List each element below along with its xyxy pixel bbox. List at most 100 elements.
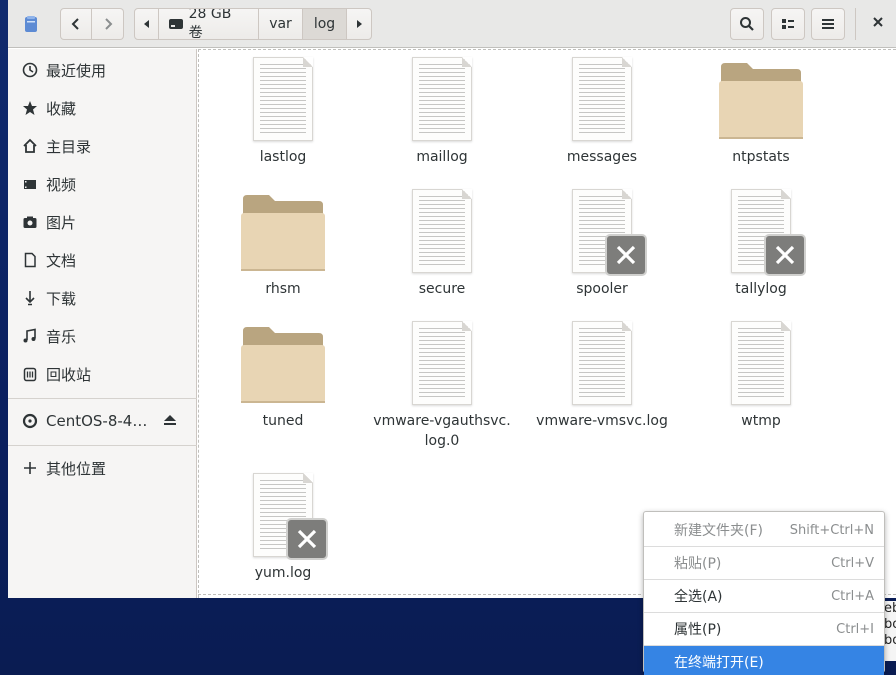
file-name-label: tallylog	[735, 281, 787, 297]
file-item[interactable]: wtmp	[686, 321, 836, 431]
folder-item[interactable]: tuned	[208, 321, 358, 431]
text-file-icon	[253, 473, 328, 560]
trash-icon	[20, 364, 40, 384]
hamburger-icon	[822, 19, 834, 29]
plus-icon	[20, 458, 40, 478]
menu-item-new-folder[interactable]: 新建文件夹(F) Shift+Ctrl+N	[644, 514, 884, 546]
menu-item-label: 新建文件夹(F)	[674, 523, 763, 539]
sidebar-item-label: 文档	[46, 251, 77, 270]
path-crumb-label: var	[269, 16, 292, 32]
text-file-icon	[572, 321, 632, 405]
menu-item-label: 粘贴(P)	[674, 556, 722, 572]
folder-icon	[241, 321, 325, 405]
search-icon	[740, 17, 754, 31]
sidebar-item-label: 回收站	[46, 365, 92, 384]
menu-item-shortcut: Ctrl+V	[831, 555, 874, 571]
file-name-label: maillog	[416, 149, 468, 165]
file-item[interactable]: vmware-vmsvc.log	[527, 321, 677, 431]
video-icon	[20, 174, 40, 194]
sidebar-item-videos[interactable]: 视频	[8, 165, 197, 203]
text-file-icon	[412, 57, 472, 141]
sidebar-item-label: 其他位置	[46, 459, 107, 478]
file-name-label: rhsm	[265, 281, 301, 297]
menu-item-shortcut: Ctrl+I	[836, 621, 874, 637]
sidebar-item-label: 主目录	[46, 137, 92, 156]
sidebar-item-downloads[interactable]: 下载	[8, 279, 197, 317]
context-menu: 新建文件夹(F) Shift+Ctrl+N 粘贴(P) Ctrl+V 全选(A)…	[643, 511, 885, 675]
file-name-label: vmware-vgauthsvc. log.0	[373, 413, 511, 449]
sidebar-item-other-locations[interactable]: 其他位置	[8, 449, 197, 487]
file-item[interactable]: vmware-vgauthsvc. log.0	[367, 321, 517, 451]
sidebar-item-recent[interactable]: 最近使用	[8, 51, 197, 89]
file-name-label: lastlog	[259, 149, 307, 165]
back-button[interactable]	[60, 8, 92, 40]
triangle-left-icon	[143, 20, 149, 28]
unreadable-emblem-icon	[605, 234, 647, 276]
path-crumb-volume[interactable]: 28 GB 卷	[159, 9, 259, 39]
drive-icon	[169, 19, 183, 29]
file-name-label: secure	[418, 281, 466, 297]
menu-item-label: 全选(A)	[674, 589, 723, 605]
menu-item-select-all[interactable]: 全选(A) Ctrl+A	[644, 580, 884, 612]
menu-item-label: 在终端打开(E)	[674, 655, 764, 671]
text-file-icon	[731, 321, 791, 405]
file-name-label: yum.log	[254, 565, 312, 581]
sidebar-item-trash[interactable]: 回收站	[8, 355, 197, 393]
sidebar-separator	[8, 398, 197, 399]
sidebar-item-starred[interactable]: 收藏	[8, 89, 197, 127]
view-mode-button[interactable]	[771, 8, 805, 40]
music-icon	[20, 326, 40, 346]
eject-icon[interactable]	[163, 412, 177, 430]
drop-zone-border	[198, 49, 896, 50]
text-file-icon	[572, 189, 647, 276]
sidebar-separator	[8, 445, 197, 446]
file-item[interactable]: spooler	[527, 189, 677, 299]
file-item[interactable]: yum.log	[208, 473, 358, 583]
file-name-label: messages	[566, 149, 638, 165]
path-scroll-left-button[interactable]	[135, 9, 159, 39]
sidebar-item-label: CentOS-8-4…	[46, 412, 148, 430]
forward-button[interactable]	[92, 8, 124, 40]
sidebar-item-documents[interactable]: 文档	[8, 241, 197, 279]
chevron-left-icon	[71, 18, 79, 30]
unreadable-emblem-icon	[764, 234, 806, 276]
disc-icon	[20, 411, 40, 431]
app-icon	[24, 15, 38, 37]
file-manager-window: 28 GB 卷 var log 最近使用 收藏 主目录 视频 图片 文档 下载 …	[8, 0, 896, 598]
menu-button[interactable]	[811, 8, 845, 40]
path-scroll-right-button[interactable]	[347, 9, 371, 39]
sidebar-item-label: 音乐	[46, 327, 77, 346]
menu-item-label: 属性(P)	[674, 622, 722, 638]
file-item[interactable]: secure	[367, 189, 517, 299]
triangle-right-icon	[357, 20, 362, 28]
menu-item-open-in-terminal[interactable]: 在终端打开(E)	[644, 646, 884, 675]
folder-item[interactable]: ntpstats	[686, 57, 836, 167]
file-name-label: tuned	[262, 413, 304, 429]
sidebar-item-label: 收藏	[46, 99, 77, 118]
path-crumb-var[interactable]: var	[259, 9, 303, 39]
close-icon	[873, 17, 883, 27]
folder-icon	[241, 189, 325, 273]
path-crumb-log[interactable]: log	[303, 9, 347, 39]
header-separator	[855, 8, 856, 40]
sidebar-item-home[interactable]: 主目录	[8, 127, 197, 165]
sidebar-item-label: 下载	[46, 289, 77, 308]
recent-icon	[20, 60, 40, 80]
menu-item-paste[interactable]: 粘贴(P) Ctrl+V	[644, 547, 884, 579]
drop-zone-border	[198, 49, 199, 598]
file-item[interactable]: messages	[527, 57, 677, 167]
history-navigation	[60, 8, 124, 40]
file-item[interactable]: tallylog	[686, 189, 836, 299]
sidebar: 最近使用 收藏 主目录 视频 图片 文档 下载 音乐 回收站 CentOS-8-…	[8, 49, 197, 598]
folder-item[interactable]: rhsm	[208, 189, 358, 299]
menu-item-properties[interactable]: 属性(P) Ctrl+I	[644, 613, 884, 645]
search-button[interactable]	[730, 8, 764, 40]
sidebar-item-device[interactable]: CentOS-8-4…	[8, 402, 197, 440]
file-item[interactable]: lastlog	[208, 57, 358, 167]
sidebar-item-music[interactable]: 音乐	[8, 317, 197, 355]
file-item[interactable]: maillog	[367, 57, 517, 167]
path-crumb-label: 28 GB 卷	[188, 8, 232, 40]
close-window-button[interactable]	[868, 13, 888, 32]
sidebar-item-pictures[interactable]: 图片	[8, 203, 197, 241]
sidebar-item-label: 最近使用	[46, 61, 107, 80]
